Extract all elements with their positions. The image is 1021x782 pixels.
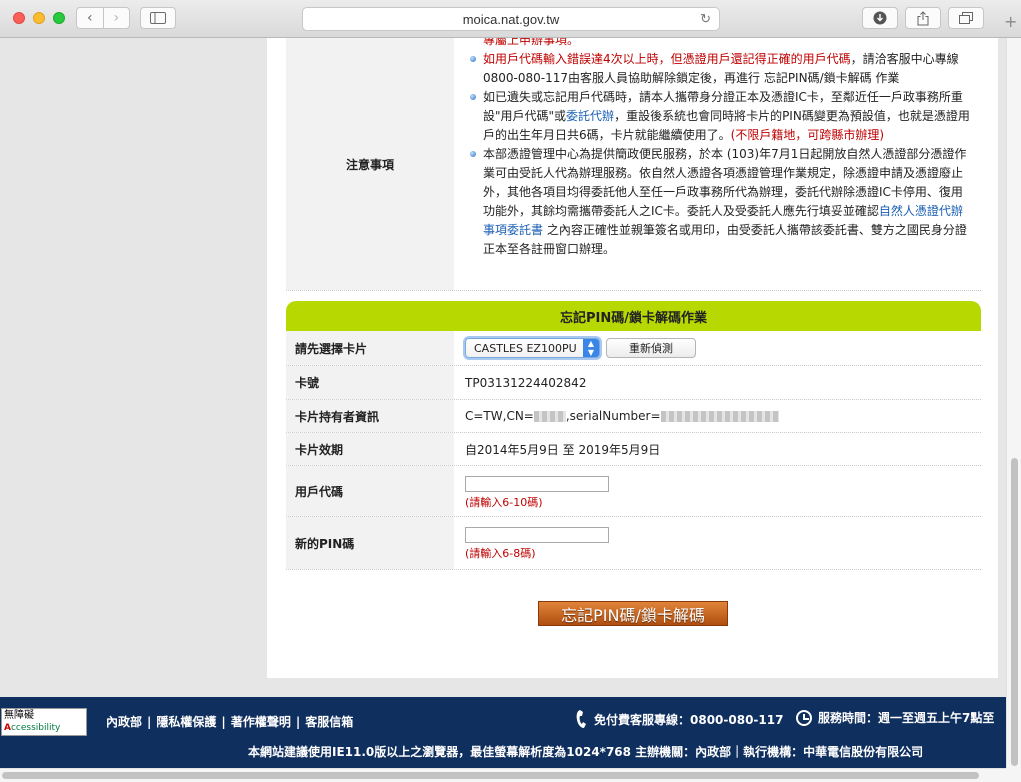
card-select-label: 請先選擇卡片 — [286, 331, 454, 365]
notice-text: 之內容正確性並親筆簽名或用印，由受委託人攜帶該委託書、雙方之國民身分證正本至各註… — [483, 223, 967, 256]
sidebar-icon — [150, 12, 166, 24]
new-pin-input[interactable] — [465, 527, 609, 543]
address-bar[interactable]: moica.nat.gov.tw ↻ — [302, 7, 720, 31]
minimize-window-button[interactable] — [33, 12, 45, 24]
site-footer: 無障礙 Accessibility 內政部 | 隱私權保護 | 著作權聲明 | 客服信箱 免… — [0, 697, 1006, 768]
card-holder-value: C=TW,CN= ,serialNumber= — [465, 400, 779, 432]
hotline-text: 免付費客服專線：0800-080-117 — [594, 712, 784, 727]
redetect-button[interactable]: 重新偵測 — [606, 338, 696, 358]
notice-item-2: 如已遺失或忘記用戶代碼時，請本人攜帶身分證正本及憑證IC卡，至鄰近任一戶政事務所… — [469, 88, 974, 145]
submit-unlock-button[interactable]: 忘記PIN碼/鎖卡解碼 — [538, 601, 728, 626]
proxy-service-link[interactable]: 委託代辦 — [566, 109, 614, 123]
notice-label: 注意事項 — [286, 38, 454, 290]
notice-row: 注意事項 專屬上申辦事項。 如用戶代碼輸入錯誤達4次以上時，但憑證用戶還記得正確… — [286, 38, 981, 291]
horizontal-scroll-thumb[interactable] — [2, 772, 979, 779]
accessibility-badge-text: ccessibility — [10, 723, 61, 733]
scroll-corner — [1006, 768, 1021, 782]
holder-serial-label: ,serialNumber= — [565, 409, 661, 423]
redacted-name — [533, 410, 566, 422]
notice-text: 如用戶代碼輸入錯誤達4次以上時，但憑證用戶還記得正確的用戶代碼 — [483, 52, 851, 66]
notice-list: 專屬上申辦事項。 如用戶代碼輸入錯誤達4次以上時，但憑證用戶還記得正確的用戶代碼… — [469, 38, 974, 259]
vertical-scroll-thumb[interactable] — [1011, 458, 1018, 766]
back-button[interactable]: ‹ — [77, 8, 103, 28]
user-code-row: 用戶代碼 (請輸入6-10碼) — [286, 466, 981, 517]
accessibility-badge-a: A — [4, 723, 11, 733]
notice-cutoff: 專屬上申辦事項。 — [483, 38, 580, 47]
footer-link-privacy[interactable]: 隱私權保護 — [156, 715, 216, 729]
card-select-controls: CASTLES EZ100PU ▲ ▼ 重新偵測 — [465, 331, 696, 365]
share-icon — [917, 10, 929, 25]
user-code-field-group: (請輸入6-10碼) — [465, 476, 609, 510]
card-validity-row: 卡片效期 自2014年5月9日 至 2019年5月9日 — [286, 433, 981, 466]
horizontal-scrollbar[interactable] — [0, 768, 1006, 782]
main-content: 注意事項 專屬上申辦事項。 如用戶代碼輸入錯誤達4次以上時，但憑證用戶還記得正確… — [267, 38, 998, 678]
footer-note: 本網站建議使用IE11.0版以上之瀏覽器，最佳螢幕解析度為1024*768 主辦… — [248, 745, 924, 759]
notice-item-3: 本部憑證管理中心為提供簡政便民服務，於本 (103)年7月1日起開放自然人憑證部… — [469, 145, 974, 259]
notice-item-1: 如用戶代碼輸入錯誤達4次以上時，但憑證用戶還記得正確的用戶代碼，請洽客服中心專線… — [469, 50, 974, 88]
footer-link-mailbox[interactable]: 客服信箱 — [305, 715, 353, 729]
card-select-value: CASTLES EZ100PU — [474, 341, 577, 355]
chevron-updown-icon: ▲ ▼ — [583, 339, 599, 357]
zoom-window-button[interactable] — [53, 12, 65, 24]
sidebar-toggle-button[interactable] — [140, 7, 176, 29]
hotline-info: 免付費客服專線：0800-080-117 — [576, 709, 783, 729]
accessibility-badge[interactable]: 無障礙 Accessibility — [1, 708, 87, 736]
card-validity-value: 自2014年5月9日 至 2019年5月9日 — [465, 442, 661, 457]
download-icon — [873, 11, 887, 25]
card-select-dropdown[interactable]: CASTLES EZ100PU ▲ ▼ — [465, 338, 600, 358]
new-pin-hint: (請輸入6-8碼) — [465, 547, 536, 560]
redacted-serial — [660, 410, 779, 422]
separator: | — [221, 715, 226, 729]
footer-link-moi[interactable]: 內政部 — [106, 715, 142, 729]
section-title: 忘記PIN碼/鎖卡解碼作業 — [286, 301, 981, 331]
card-select-row: 請先選擇卡片 CASTLES EZ100PU ▲ ▼ 重新偵測 — [286, 331, 981, 366]
forward-button[interactable]: › — [102, 8, 130, 28]
user-code-label: 用戶代碼 — [286, 466, 454, 516]
user-code-input[interactable] — [465, 476, 609, 492]
service-hours-info: 服務時間：週一至週五上午7點至 — [796, 709, 994, 726]
separator: | — [147, 715, 152, 729]
notice-text: (不限戶籍地，可跨縣市辦理) — [730, 128, 885, 142]
new-pin-row: 新的PIN碼 (請輸入6-8碼) — [286, 517, 981, 570]
card-number-label: 卡號 — [286, 366, 454, 399]
new-tab-button[interactable]: + — [1004, 14, 1017, 30]
nav-buttons: ‹ › — [76, 7, 130, 29]
card-number-value: TP03131224402842 — [465, 375, 587, 390]
holder-prefix: C=TW,CN= — [465, 409, 534, 423]
downloads-button[interactable] — [862, 7, 898, 29]
web-page: 注意事項 專屬上申辦事項。 如用戶代碼輸入錯誤達4次以上時，但憑證用戶還記得正確… — [0, 38, 1006, 768]
clock-icon — [796, 709, 812, 726]
tabs-icon — [959, 12, 973, 24]
share-button[interactable] — [905, 7, 941, 29]
url-text: moica.nat.gov.tw — [462, 11, 560, 27]
phone-icon — [576, 710, 586, 728]
card-holder-row: 卡片持有者資訊 C=TW,CN= ,serialNumber= — [286, 400, 981, 433]
separator: | — [295, 715, 301, 729]
card-holder-label: 卡片持有者資訊 — [286, 400, 454, 432]
close-window-button[interactable] — [13, 12, 25, 24]
user-code-hint: (請輸入6-10碼) — [465, 496, 543, 509]
card-validity-label: 卡片效期 — [286, 433, 454, 465]
new-pin-label: 新的PIN碼 — [286, 517, 454, 569]
new-pin-field-group: (請輸入6-8碼) — [465, 527, 609, 561]
service-hours-text: 服務時間：週一至週五上午7點至 — [818, 711, 995, 725]
footer-links: 內政部 | 隱私權保護 | 著作權聲明 | 客服信箱 — [106, 713, 353, 730]
accessibility-badge-title: 無障礙 — [4, 710, 34, 721]
footer-link-copyright[interactable]: 著作權聲明 — [231, 715, 291, 729]
card-number-row: 卡號 TP03131224402842 — [286, 366, 981, 400]
reload-icon[interactable]: ↻ — [700, 11, 711, 27]
show-tabs-button[interactable] — [948, 7, 984, 29]
browser-toolbar: ‹ › moica.nat.gov.tw ↻ + — [0, 0, 1021, 38]
vertical-scrollbar[interactable] — [1006, 38, 1021, 768]
